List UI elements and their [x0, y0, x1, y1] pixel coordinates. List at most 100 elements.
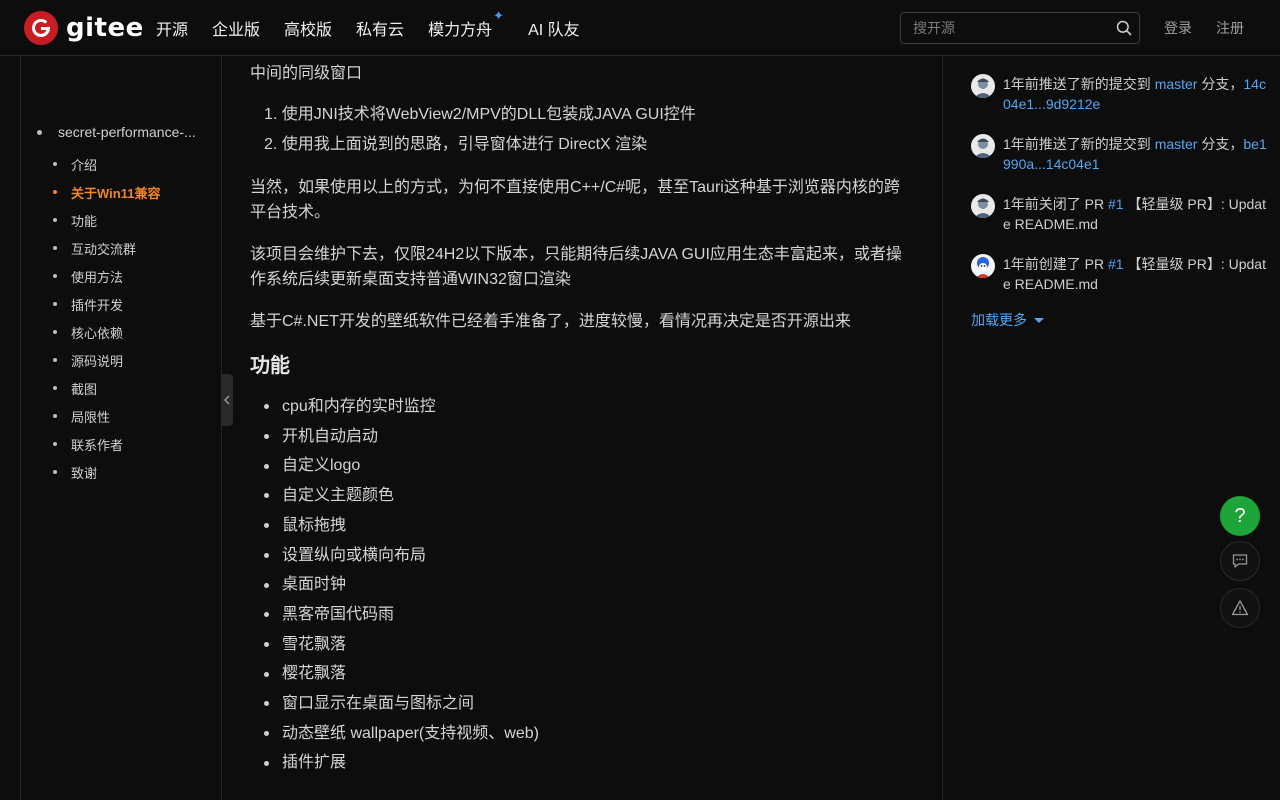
toc-root-label: secret-performance-...: [58, 124, 196, 140]
toc-item[interactable]: 核心依赖: [37, 318, 217, 346]
activity-list: 1年前推送了新的提交到 master 分支，14c04e1...9d9212e 1…: [971, 74, 1267, 330]
ordered-item: 2. 使用我上面说到的思路，引导窗体进行 DirectX 渲染: [264, 136, 648, 153]
nav-private-cloud[interactable]: 私有云: [356, 16, 404, 40]
toc-item[interactable]: 截图: [37, 374, 217, 402]
bullet-icon: [53, 302, 57, 306]
search-box: [900, 12, 1140, 44]
toc-sidebar: secret-performance-... 介绍关于Win11兼容功能互动交流…: [20, 56, 222, 800]
caret-down-icon: [1034, 317, 1044, 323]
bullet-icon: [53, 442, 57, 446]
nav-education[interactable]: 高校版: [284, 16, 332, 40]
toc-item[interactable]: 使用方法: [37, 262, 217, 290]
bullet-icon: [53, 414, 57, 418]
toc-item-label: 致谢: [71, 465, 98, 481]
search-input[interactable]: [901, 13, 1109, 43]
bullet-icon: [264, 612, 269, 618]
ordered-list: 1. 使用JNI技术将WebView2/MPV的DLL包装成JAVA GUI控件…: [250, 100, 910, 160]
bullet-icon: [264, 582, 269, 588]
main-nav: 开源 企业版 高校版 私有云 模力方舟 ✦ AI 队友: [156, 0, 604, 56]
toc-item-label: 截图: [71, 381, 98, 397]
activity-link[interactable]: #1: [1108, 196, 1124, 212]
feature-list: cpu和内存的实时监控 开机自动启动 自定义logo 自定义主题颜色 鼠标拖拽 设置纵向或…: [250, 392, 910, 778]
login-link[interactable]: 登录: [1164, 18, 1192, 38]
toc-item-label: 介绍: [71, 157, 98, 173]
feature-label: 桌面时钟: [282, 576, 347, 594]
toc-item-label: 关于Win11兼容: [71, 185, 161, 201]
activity-middle: 分支，: [1197, 76, 1244, 92]
readme-body: 中间的同级窗口 1. 使用JNI技术将WebView2/MPV的DLL包装成JA…: [250, 56, 910, 778]
load-more-button[interactable]: 加载更多: [971, 310, 1267, 330]
feature-item: 开机自动启动: [250, 422, 910, 452]
avatar[interactable]: [971, 254, 995, 278]
top-navbar: gitee 开源 企业版 高校版 私有云 模力方舟✦ AI 队友 登录 注册: [0, 0, 1280, 56]
toc-item-label: 使用方法: [71, 269, 124, 285]
bullet-icon: [53, 162, 57, 166]
feature-item: cpu和内存的实时监控: [250, 392, 910, 422]
activity-item: 1年前创建了 PR #1 【轻量级 PR】: Update README.md: [971, 254, 1267, 294]
feature-label: 开机自动启动: [282, 427, 379, 445]
gitee-logo[interactable]: gitee: [24, 11, 144, 45]
feature-label: 设置纵向或横向布局: [282, 546, 427, 564]
chat-icon: [1232, 554, 1248, 568]
activity-middle: 分支，: [1197, 136, 1244, 152]
toc-item[interactable]: 关于Win11兼容: [37, 178, 217, 206]
feature-label: 黑客帝国代码雨: [282, 605, 395, 623]
toc-item[interactable]: 互动交流群: [37, 234, 217, 262]
search-icon[interactable]: [1109, 13, 1139, 43]
nav-label: 开源: [156, 22, 189, 39]
register-link[interactable]: 注册: [1216, 18, 1244, 38]
activity-text: 1年前推送了新的提交到 master 分支，14c04e1...9d9212e: [1003, 74, 1267, 114]
feature-label: 雪花飘落: [282, 635, 347, 653]
feature-item: 雪花飘落: [250, 630, 910, 660]
toc-item-label: 局限性: [71, 409, 111, 425]
activity-link[interactable]: master: [1155, 76, 1198, 92]
feature-item: 樱花飘落: [250, 659, 910, 689]
nav-label: 高校版: [284, 22, 333, 39]
feature-item: 黑客帝国代码雨: [250, 600, 910, 630]
activity-prefix: 1年前关闭了 PR: [1003, 196, 1109, 212]
nav-open-source[interactable]: 开源: [156, 16, 188, 40]
help-icon: ?: [1234, 504, 1246, 527]
toc-item-label: 联系作者: [71, 437, 124, 453]
toc-root-item[interactable]: secret-performance-...: [37, 122, 217, 142]
feature-label: 樱花飘落: [282, 665, 347, 683]
toc-item[interactable]: 功能: [37, 206, 217, 234]
toc-item-label: 插件开发: [71, 297, 124, 313]
toc-item[interactable]: 联系作者: [37, 430, 217, 458]
avatar[interactable]: [971, 194, 995, 218]
avatar[interactable]: [971, 74, 995, 98]
gitee-logo-icon: [24, 11, 58, 45]
report-button[interactable]: [1220, 588, 1260, 628]
toc-item[interactable]: 插件开发: [37, 290, 217, 318]
logo-text: gitee: [66, 13, 144, 43]
paragraph-1: 当然，如果使用以上的方式，为何不直接使用C++/C#呢，甚至Tauri这种基于浏…: [250, 179, 900, 221]
toc-item[interactable]: 局限性: [37, 402, 217, 430]
activity-link[interactable]: #1: [1108, 256, 1124, 272]
bullet-icon: [264, 731, 269, 737]
activity-item: 1年前推送了新的提交到 master 分支，be1990a...14c04e1: [971, 134, 1267, 174]
bullet-icon: [53, 330, 57, 334]
activity-item: 1年前关闭了 PR #1 【轻量级 PR】: Update README.md: [971, 194, 1267, 234]
feature-item: 桌面时钟: [250, 570, 910, 600]
bullet-icon: [264, 701, 269, 707]
bullet-icon: [264, 671, 269, 677]
feature-label: 鼠标拖拽: [282, 516, 347, 534]
bullet-icon: [264, 760, 269, 766]
help-button[interactable]: ?: [1220, 496, 1260, 536]
feedback-chat-button[interactable]: [1220, 541, 1260, 581]
toc-item[interactable]: 源码说明: [37, 346, 217, 374]
activity-text: 1年前推送了新的提交到 master 分支，be1990a...14c04e1: [1003, 134, 1267, 174]
activity-link[interactable]: master: [1155, 136, 1198, 152]
feature-item: 设置纵向或横向布局: [250, 541, 910, 571]
feature-item: 插件扩展: [250, 748, 910, 778]
bullet-icon: [53, 246, 57, 250]
toc-item[interactable]: 致谢: [37, 458, 217, 486]
toc-item-label: 互动交流群: [71, 241, 137, 257]
nav-enterprise[interactable]: 企业版: [212, 16, 260, 40]
nav-ai-teammate[interactable]: AI 队友: [528, 16, 580, 40]
bullet-icon: [37, 129, 42, 135]
avatar[interactable]: [971, 134, 995, 158]
toc-item[interactable]: 介绍: [37, 150, 217, 178]
paragraph-2: 该项目会维护下去，仅限24H2以下版本，只能期待后续JAVA GUI应用生态丰富…: [250, 246, 902, 288]
nav-moark[interactable]: 模力方舟 ✦: [428, 8, 504, 40]
